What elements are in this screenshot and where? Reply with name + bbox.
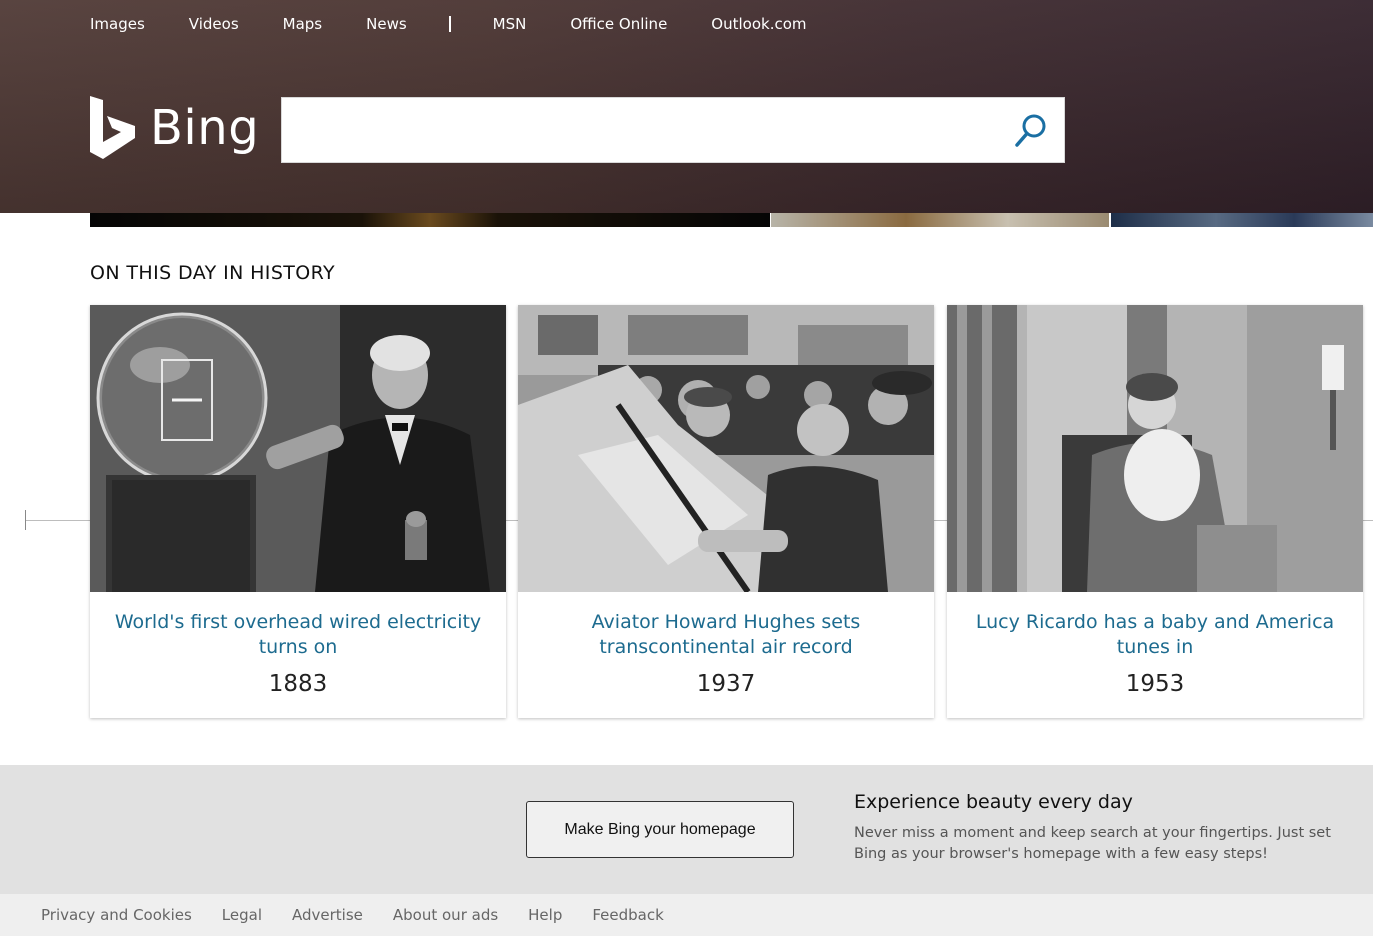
history-card-photo (947, 305, 1363, 592)
search-input[interactable] (296, 98, 996, 162)
search-icon[interactable] (1014, 113, 1048, 149)
footer-link-about-ads[interactable]: About our ads (393, 906, 498, 924)
footer-link-feedback[interactable]: Feedback (592, 906, 663, 924)
bing-logo-icon (90, 96, 135, 159)
footer-link-privacy[interactable]: Privacy and Cookies (41, 906, 192, 924)
footer-link-help[interactable]: Help (528, 906, 562, 924)
history-card-year: 1953 (1125, 671, 1185, 697)
make-homepage-button[interactable]: Make Bing your homepage (526, 801, 794, 858)
footer-link-advertise[interactable]: Advertise (292, 906, 363, 924)
history-card[interactable]: Aviator Howard Hughes sets transcontinen… (518, 305, 934, 718)
nav-link-images[interactable]: Images (90, 15, 145, 33)
history-card-title[interactable]: World's first overhead wired electricity… (110, 610, 486, 660)
history-card-title[interactable]: Aviator Howard Hughes sets transcontinen… (538, 610, 914, 660)
footer: Privacy and Cookies Legal Advertise Abou… (0, 894, 1373, 936)
nav-link-msn[interactable]: MSN (493, 15, 527, 33)
nav-link-maps[interactable]: Maps (283, 15, 322, 33)
history-card[interactable]: Lucy Ricardo has a baby and America tune… (947, 305, 1363, 718)
nav-link-videos[interactable]: Videos (189, 15, 239, 33)
history-card[interactable]: World's first overhead wired electricity… (90, 305, 506, 718)
nav-separator (448, 16, 451, 32)
history-card-title[interactable]: Lucy Ricardo has a baby and America tune… (967, 610, 1343, 660)
bing-logo[interactable]: Bing (90, 96, 259, 160)
bing-homepage: Images Videos Maps News MSN Office Onlin… (0, 0, 1373, 936)
history-card-year: 1883 (268, 671, 328, 697)
homepage-promo: Make Bing your homepage Experience beaut… (0, 765, 1373, 894)
promo-description: Never miss a moment and keep search at y… (854, 825, 1331, 862)
nav-link-news[interactable]: News (366, 15, 407, 33)
history-card-photo (90, 305, 506, 592)
timeline-start-cap (25, 510, 26, 530)
header: Images Videos Maps News MSN Office Onlin… (0, 0, 1373, 213)
top-nav: Images Videos Maps News MSN Office Onlin… (90, 12, 851, 36)
carousel-image-strip[interactable] (1111, 213, 1373, 227)
nav-link-outlook[interactable]: Outlook.com (711, 15, 806, 33)
bing-logo-text: Bing (150, 100, 260, 156)
history-card-year: 1937 (696, 671, 756, 697)
nav-link-office-online[interactable]: Office Online (570, 15, 667, 33)
search-box (281, 97, 1065, 163)
history-card-photo (518, 305, 934, 592)
carousel-image-strip[interactable] (771, 213, 1109, 227)
footer-links: Privacy and Cookies Legal Advertise Abou… (41, 906, 694, 924)
section-title: ON THIS DAY IN HISTORY (90, 262, 336, 284)
promo-title: Experience beauty every day (854, 791, 1133, 813)
carousel-image-strip[interactable] (90, 213, 770, 227)
footer-link-legal[interactable]: Legal (222, 906, 262, 924)
